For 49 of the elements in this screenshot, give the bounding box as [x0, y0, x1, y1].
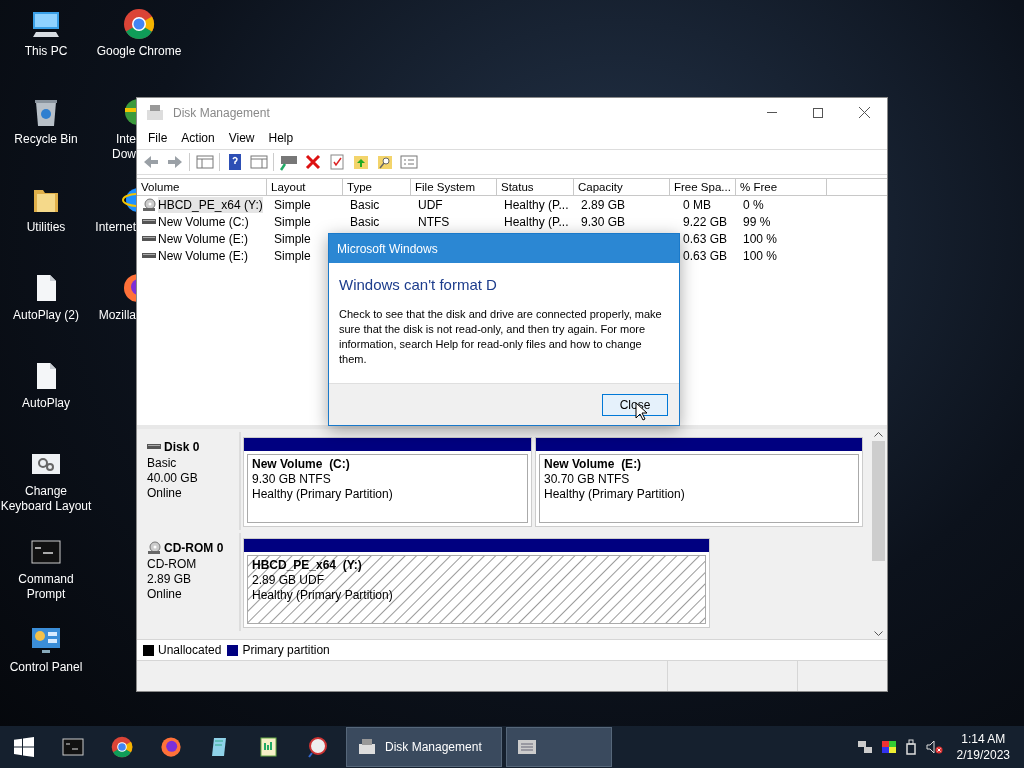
table-cell: New Volume (E:) — [158, 247, 249, 264]
table-cell: 9.30 GB — [581, 213, 626, 230]
partition-size: 2.89 GB UDF — [252, 573, 325, 588]
partition-status: Healthy (Primary Partition) — [544, 487, 685, 502]
table-cell: NTFS — [418, 213, 450, 230]
table-cell: Simple — [274, 196, 311, 213]
table-cell: UDF — [418, 196, 443, 213]
table-cell: 9.22 GB — [683, 213, 728, 230]
partition-name: HBCD_PE_x64 (Y:) — [252, 558, 362, 573]
partition-status: Healthy (Primary Partition) — [252, 588, 393, 603]
disk-type: Basic — [147, 456, 178, 471]
table-cell: 99 % — [743, 213, 771, 230]
table-cell: New Volume (E:) — [158, 230, 249, 247]
table-cell: Simple — [274, 247, 311, 264]
disk-type: CD-ROM — [147, 557, 198, 572]
table-cell: Simple — [274, 230, 311, 247]
table-cell: Healthy (P... — [504, 213, 569, 230]
table-cell: 0 MB — [683, 196, 711, 213]
disk-size: 40.00 GB — [147, 471, 199, 486]
dialog-heading: Windows can't format D — [339, 275, 498, 295]
table-cell: New Volume (C:) — [158, 213, 249, 230]
clock-time: 1:14 AM — [961, 731, 1006, 747]
table-cell: 0.63 GB — [683, 247, 728, 264]
partition-size: 9.30 GB NTFS — [252, 472, 331, 487]
disk-status: Online — [147, 486, 183, 501]
table-cell: Basic — [350, 213, 380, 230]
disk-status: Online — [147, 587, 183, 602]
legend-label: Unallocated — [158, 642, 222, 659]
legend-label: Primary partition — [242, 642, 330, 659]
dialog-message: Check to see that the disk and drive are connected properly, make sure that the disk is not read-only, and then try again. For more information, search Help for read-only files and how to change them. — [339, 307, 663, 367]
disk-name: Disk 0 — [164, 439, 200, 456]
table-cell: HBCD_PE_x64 (Y:) — [158, 196, 263, 213]
table-cell: Healthy (P... — [504, 196, 569, 213]
table-cell: 0 % — [743, 196, 764, 213]
partition-status: Healthy (Primary Partition) — [252, 487, 393, 502]
table-cell: Basic — [350, 196, 380, 213]
partition-size: 30.70 GB NTFS — [544, 472, 630, 487]
partition-name: New Volume (E:) — [544, 457, 642, 472]
table-cell: 100 % — [743, 230, 778, 247]
table-cell: 2.89 GB — [581, 196, 626, 213]
window-title: Disk Management — [173, 104, 270, 122]
table-cell: 100 % — [743, 247, 778, 264]
dialog-title: Microsoft Windows — [337, 240, 438, 258]
disk-size: 2.89 GB — [147, 572, 193, 587]
partition-name: New Volume (C:) — [252, 457, 350, 472]
table-cell: Simple — [274, 213, 311, 230]
clock-date: 2/19/2023 — [956, 747, 1010, 763]
table-cell: 0.63 GB — [683, 230, 728, 247]
disk-name: CD-ROM 0 — [164, 540, 224, 557]
